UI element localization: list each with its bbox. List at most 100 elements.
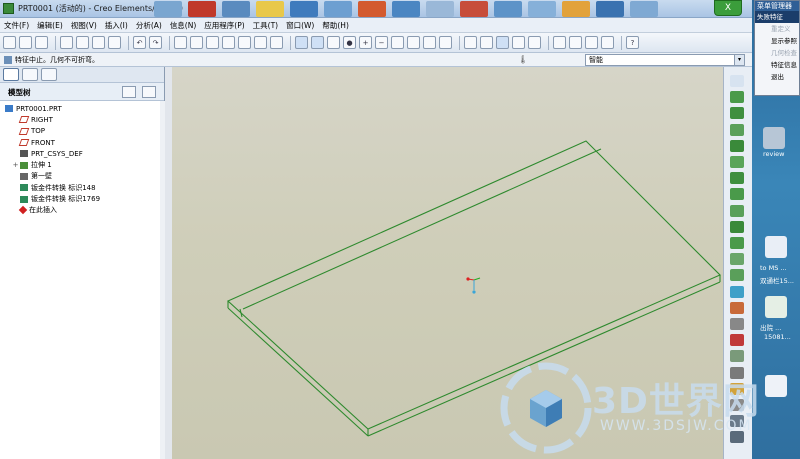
zoom-in-icon[interactable]: + xyxy=(359,36,372,49)
menu-tools[interactable]: 工具(T) xyxy=(253,20,278,31)
menu-item-show-ref[interactable]: 显示参照 xyxy=(755,35,799,47)
tree-node[interactable]: 第一壁 xyxy=(0,171,164,182)
copy-icon[interactable] xyxy=(108,36,121,49)
menu-manager-title: 菜单管理器 xyxy=(755,1,799,11)
model-tree-title: 模型树 xyxy=(8,88,31,97)
select-box-icon[interactable] xyxy=(270,36,283,49)
menu-manager-popup: 菜单管理器 失败特征 重定义 显示参照 几何检查 特征信息 退出 xyxy=(754,0,800,96)
round-icon[interactable] xyxy=(730,107,744,120)
shade-icon[interactable]: ● xyxy=(343,36,356,49)
main-toolbar: ↶ ↷ ● + − ? xyxy=(0,33,752,53)
new-icon[interactable] xyxy=(3,36,16,49)
rib-icon[interactable] xyxy=(730,172,744,185)
sweep-icon[interactable] xyxy=(730,253,744,266)
menu-insert[interactable]: 插入(I) xyxy=(105,20,128,31)
sketch-icon[interactable] xyxy=(295,36,308,49)
datum-axes-icon[interactable] xyxy=(569,36,582,49)
datum-points-icon[interactable] xyxy=(585,36,598,49)
chamfer-icon[interactable] xyxy=(730,123,744,136)
datum-planes-icon[interactable] xyxy=(553,36,566,49)
reorient-icon[interactable] xyxy=(407,36,420,49)
excel-doc-icon[interactable] xyxy=(765,296,787,318)
menu-applications[interactable]: 应用程序(P) xyxy=(204,20,244,31)
menu-window[interactable]: 窗口(W) xyxy=(286,20,314,31)
hole-icon[interactable] xyxy=(730,91,744,104)
refit-icon[interactable] xyxy=(391,36,404,49)
tree-node[interactable]: + 拉伸 1 xyxy=(0,159,164,170)
menu-item-redefine: 重定义 xyxy=(771,25,791,33)
menu-item-feature-info[interactable]: 特征信息 xyxy=(755,59,799,71)
shell-icon[interactable] xyxy=(730,156,744,168)
tree-node[interactable]: 钣金件转换 标识148 xyxy=(0,182,164,193)
tree-node[interactable]: PRT0001.PRT xyxy=(0,103,164,114)
close-button[interactable]: X xyxy=(714,0,742,16)
point-tool-icon[interactable] xyxy=(730,350,744,363)
menu-file[interactable]: 文件(F) xyxy=(4,20,29,31)
favorites-tab[interactable] xyxy=(41,68,57,81)
appearance-icon[interactable] xyxy=(327,36,340,49)
tree-node[interactable]: 钣金件转换 标识1769 xyxy=(0,193,164,204)
zoom-out-icon[interactable]: − xyxy=(375,36,388,49)
send-icon[interactable] xyxy=(92,36,105,49)
menu-item-quit[interactable]: 退出 xyxy=(755,71,799,83)
blend-icon[interactable] xyxy=(730,269,744,282)
save-icon[interactable] xyxy=(35,36,48,49)
message-icon xyxy=(4,56,12,64)
menu-analysis[interactable]: 分析(A) xyxy=(136,20,162,31)
revolve-icon[interactable] xyxy=(730,237,744,249)
menu-item-failed-feature[interactable]: 失败特征 xyxy=(755,11,799,23)
hidden-line-icon[interactable] xyxy=(480,36,493,49)
print-icon[interactable] xyxy=(60,36,73,49)
tree-node[interactable]: PRT_CSYS_DEF xyxy=(0,148,164,159)
menu-info[interactable]: 信息(N) xyxy=(170,20,196,31)
expand-toggle-icon[interactable]: + xyxy=(12,161,19,169)
paste-icon[interactable] xyxy=(206,36,219,49)
model-display-icon[interactable] xyxy=(528,36,541,49)
context-help-icon[interactable]: ? xyxy=(626,36,639,49)
wireframe-icon[interactable] xyxy=(464,36,477,49)
axis-tool-icon[interactable] xyxy=(730,318,744,330)
sketch-tool-icon[interactable] xyxy=(730,334,744,347)
shading-icon[interactable] xyxy=(512,36,525,49)
regenerate-icon[interactable] xyxy=(238,36,251,49)
watermark-logo xyxy=(500,362,592,454)
pattern-icon[interactable] xyxy=(730,188,744,201)
word-doc-icon[interactable] xyxy=(765,236,787,258)
redo-icon[interactable]: ↷ xyxy=(149,36,162,49)
menu-view[interactable]: 视图(V) xyxy=(71,20,97,31)
datum-curve-icon[interactable] xyxy=(730,285,744,298)
datum-plane-tool-icon[interactable] xyxy=(730,301,744,314)
tree-node[interactable]: RIGHT xyxy=(0,114,164,125)
copy2-icon[interactable] xyxy=(190,36,203,49)
review-icon[interactable] xyxy=(763,127,785,149)
layers-icon[interactable] xyxy=(439,36,452,49)
panel-sash[interactable] xyxy=(165,67,172,459)
csys-display-icon[interactable] xyxy=(601,36,614,49)
cut-icon[interactable] xyxy=(174,36,187,49)
no-hidden-icon[interactable] xyxy=(496,36,509,49)
extrude-icon[interactable] xyxy=(730,220,744,233)
datum-plane-icon xyxy=(18,116,30,124)
email-icon[interactable] xyxy=(76,36,89,49)
menu-edit[interactable]: 编辑(E) xyxy=(37,20,63,31)
doc-icon[interactable] xyxy=(765,375,787,397)
selection-filter-select[interactable]: 智能 ▾ xyxy=(585,54,745,66)
tree-settings-button[interactable] xyxy=(122,86,136,98)
find-icon[interactable] xyxy=(254,36,267,49)
paste-special-icon[interactable] xyxy=(222,36,235,49)
draft-icon[interactable] xyxy=(730,139,744,152)
tree-node-label: PRT_CSYS_DEF xyxy=(31,149,83,158)
mirror-icon[interactable] xyxy=(730,204,744,217)
orient-icon[interactable] xyxy=(311,36,324,49)
saved-views-icon[interactable] xyxy=(423,36,436,49)
tree-node[interactable]: FRONT xyxy=(0,137,164,148)
toolbar-grip-icon[interactable] xyxy=(730,75,744,87)
folder-browser-tab[interactable] xyxy=(22,68,38,81)
model-tree-tab[interactable] xyxy=(3,68,19,81)
menu-help[interactable]: 帮助(H) xyxy=(322,20,349,31)
tree-node[interactable]: TOP xyxy=(0,126,164,137)
tree-show-button[interactable] xyxy=(142,86,156,98)
open-icon[interactable] xyxy=(19,36,32,49)
undo-icon[interactable]: ↶ xyxy=(133,36,146,49)
tree-node[interactable]: 在此插入 xyxy=(0,205,164,216)
